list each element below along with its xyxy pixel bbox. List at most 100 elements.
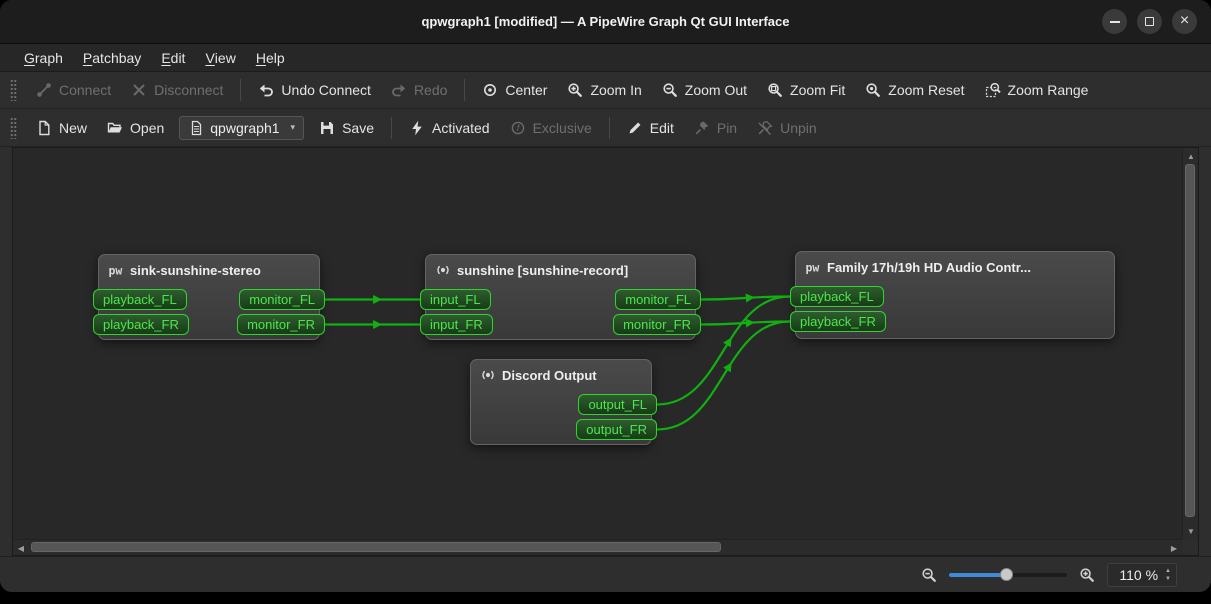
node-header: Discord Output bbox=[471, 360, 651, 383]
zoom-in-button[interactable]: Zoom In bbox=[558, 77, 650, 103]
port-playback_FR[interactable]: playback_FR bbox=[790, 311, 886, 332]
toolbar-file: New Open qpwgraph1 ▾ Save Activated f Exclusive… bbox=[0, 109, 1211, 147]
new-button[interactable]: New bbox=[27, 115, 96, 141]
port-output_FR[interactable]: output_FR bbox=[576, 419, 657, 440]
new-icon bbox=[36, 120, 52, 136]
zoom-out-icon[interactable] bbox=[921, 567, 937, 583]
menu-view[interactable]: View bbox=[195, 44, 245, 71]
scroll-right-icon[interactable]: ▶ bbox=[1166, 540, 1182, 556]
zoom-in-icon bbox=[567, 82, 583, 98]
toolbar-separator bbox=[609, 117, 610, 139]
scroll-down-icon[interactable]: ▼ bbox=[1183, 523, 1199, 539]
vertical-scrollbar-thumb[interactable] bbox=[1185, 164, 1195, 517]
toolbar-grip[interactable] bbox=[10, 117, 17, 139]
toolbar-grip[interactable] bbox=[10, 79, 17, 101]
node-header: pwsink-sunshine-stereo bbox=[99, 255, 319, 278]
port-playback_FL[interactable]: playback_FL bbox=[790, 286, 884, 307]
port-monitor_FR[interactable]: monitor_FR bbox=[613, 314, 701, 335]
zoom-reset-button[interactable]: Zoom Reset bbox=[856, 77, 973, 103]
statusbar: 110 % ▲▼ bbox=[0, 556, 1211, 592]
horizontal-scrollbar-thumb[interactable] bbox=[31, 542, 721, 552]
button-label: Unpin bbox=[780, 120, 817, 136]
zoom-range-button[interactable]: Zoom Range bbox=[976, 77, 1098, 103]
button-label: Zoom Fit bbox=[790, 82, 845, 98]
port-monitor_FR[interactable]: monitor_FR bbox=[237, 314, 325, 335]
chevron-down-icon: ▾ bbox=[291, 122, 296, 133]
button-label: Center bbox=[505, 82, 547, 98]
save-icon bbox=[319, 120, 335, 136]
spin-up-icon[interactable]: ▲ bbox=[1165, 568, 1171, 574]
minimize-icon bbox=[1110, 21, 1120, 23]
input-ports: playback_FL playback_FR bbox=[790, 286, 886, 332]
zoom-reset-icon bbox=[865, 82, 881, 98]
port-playback_FL[interactable]: playback_FL bbox=[93, 289, 187, 310]
edit-button[interactable]: Edit bbox=[618, 115, 683, 141]
zoom-spinbox[interactable]: 110 % ▲▼ bbox=[1107, 563, 1177, 587]
zoom-slider[interactable] bbox=[949, 573, 1067, 577]
open-button[interactable]: Open bbox=[98, 115, 173, 141]
spin-down-icon[interactable]: ▼ bbox=[1165, 576, 1171, 582]
input-ports: input_FL input_FR bbox=[420, 289, 493, 335]
redo-button: Redo bbox=[382, 77, 456, 103]
connection-arrow-icon bbox=[746, 318, 755, 327]
combobox-value: qpwgraph1 bbox=[210, 120, 279, 136]
button-label: New bbox=[59, 120, 87, 136]
undo-connect-button[interactable]: Undo Connect bbox=[249, 77, 380, 103]
input-ports: playback_FL playback_FR bbox=[93, 289, 189, 335]
center-button[interactable]: Center bbox=[473, 77, 556, 103]
spinbox-arrows[interactable]: ▲▼ bbox=[1165, 568, 1171, 582]
maximize-button[interactable] bbox=[1137, 9, 1162, 34]
scroll-up-icon[interactable]: ▲ bbox=[1183, 148, 1199, 164]
patchbay-combobox[interactable]: qpwgraph1 ▾ bbox=[179, 116, 304, 140]
zoom-out-button[interactable]: Zoom Out bbox=[653, 77, 756, 103]
save-button[interactable]: Save bbox=[310, 115, 383, 141]
zoom-in-icon[interactable] bbox=[1079, 567, 1095, 583]
port-output_FL[interactable]: output_FL bbox=[578, 394, 657, 415]
node-sink[interactable]: pwsink-sunshine-stereoplayback_FLplaybac… bbox=[98, 254, 320, 340]
menu-graph[interactable]: Graph bbox=[14, 44, 73, 71]
port-input_FR[interactable]: input_FR bbox=[420, 314, 493, 335]
file-icon bbox=[188, 120, 204, 136]
port-monitor_FL[interactable]: monitor_FL bbox=[239, 289, 325, 310]
pin-icon bbox=[694, 120, 710, 136]
menu-patchbay[interactable]: Patchbay bbox=[73, 44, 151, 71]
zoom-value: 110 % bbox=[1119, 567, 1158, 583]
graph-view[interactable]: pwsink-sunshine-stereoplayback_FLplaybac… bbox=[13, 148, 1182, 539]
app-window: qpwgraph1 [modified] — A PipeWire Graph … bbox=[0, 0, 1211, 592]
svg-text:f: f bbox=[516, 123, 520, 133]
minimize-button[interactable] bbox=[1102, 9, 1127, 34]
vertical-scrollbar[interactable]: ▲ ▼ bbox=[1182, 148, 1198, 539]
node-family[interactable]: pwFamily 17h/19h HD Audio Contr...playba… bbox=[795, 251, 1115, 339]
port-playback_FR[interactable]: playback_FR bbox=[93, 314, 189, 335]
window-controls: × bbox=[1102, 0, 1197, 43]
scroll-left-icon[interactable]: ◀ bbox=[13, 540, 29, 556]
node-sunshine[interactable]: sunshine [sunshine-record]input_FLinput_… bbox=[425, 254, 696, 340]
zoom-out-icon bbox=[662, 82, 678, 98]
pipewire-icon: pw bbox=[805, 259, 821, 275]
svg-text:pw: pw bbox=[806, 261, 820, 275]
button-label: Exclusive bbox=[533, 120, 592, 136]
close-icon: × bbox=[1180, 13, 1189, 29]
node-discord[interactable]: Discord Outputoutput_FLoutput_FR bbox=[470, 359, 652, 445]
edit-icon bbox=[627, 120, 643, 136]
zoom-fit-button[interactable]: Zoom Fit bbox=[758, 77, 854, 103]
button-label: Edit bbox=[650, 120, 674, 136]
close-button[interactable]: × bbox=[1172, 9, 1197, 34]
port-monitor_FL[interactable]: monitor_FL bbox=[615, 289, 701, 310]
record-icon bbox=[435, 262, 451, 278]
unpin-button: Unpin bbox=[748, 115, 826, 141]
horizontal-scrollbar[interactable]: ◀ ▶ bbox=[13, 539, 1182, 555]
toolbar-separator bbox=[464, 79, 465, 101]
disconnect-icon bbox=[131, 82, 147, 98]
port-input_FL[interactable]: input_FL bbox=[420, 289, 491, 310]
titlebar[interactable]: qpwgraph1 [modified] — A PipeWire Graph … bbox=[0, 0, 1211, 44]
menu-edit[interactable]: Edit bbox=[151, 44, 195, 71]
exclusive-icon: f bbox=[510, 120, 526, 136]
menu-help[interactable]: Help bbox=[246, 44, 295, 71]
activated-button[interactable]: Activated bbox=[400, 115, 499, 141]
zoom-slider-handle[interactable] bbox=[1000, 568, 1013, 581]
button-label: Open bbox=[130, 120, 164, 136]
pipewire-icon: pw bbox=[108, 262, 124, 278]
button-label: Activated bbox=[432, 120, 490, 136]
button-label: Zoom Range bbox=[1008, 82, 1089, 98]
